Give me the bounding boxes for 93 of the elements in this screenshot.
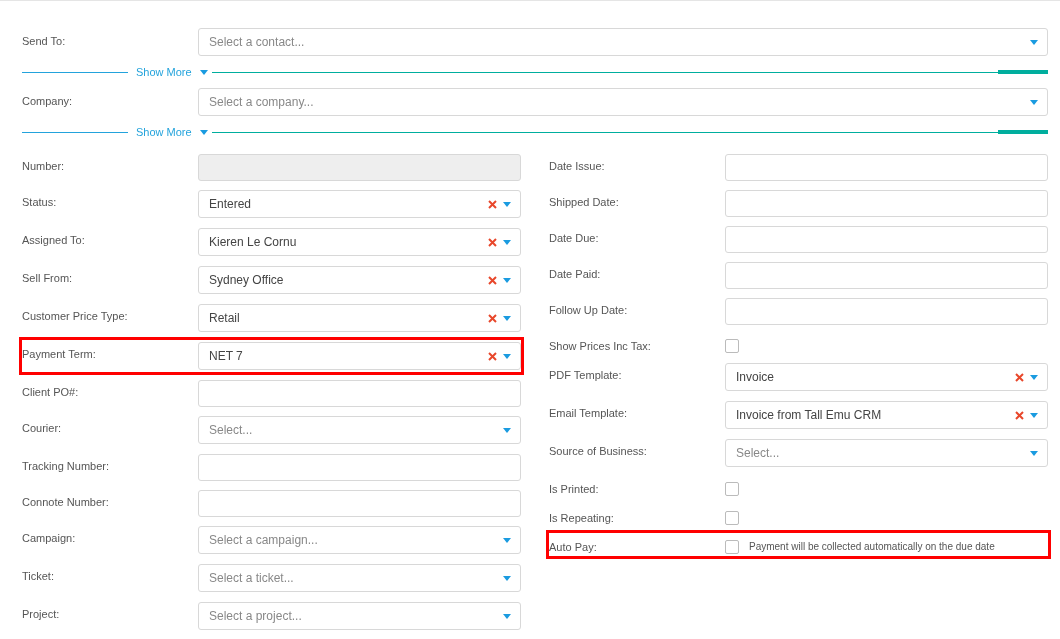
field-label: Source of Business: <box>549 444 648 459</box>
clear-icon[interactable] <box>488 351 497 361</box>
select-field[interactable]: Invoice <box>725 363 1048 391</box>
caret-icon <box>503 613 511 619</box>
select-value: Invoice <box>736 369 776 386</box>
input-field[interactable] <box>725 225 1048 253</box>
checkbox[interactable] <box>725 338 739 353</box>
field-label: Status: <box>22 195 58 210</box>
field-label: Send To: <box>22 34 67 49</box>
select-field[interactable]: Select a company... <box>198 88 1048 116</box>
field-label: Assigned To: <box>22 233 86 248</box>
input-field[interactable] <box>725 297 1048 325</box>
input-field[interactable] <box>198 489 521 517</box>
caret-icon <box>503 315 511 321</box>
input-field[interactable] <box>198 379 521 407</box>
field-label: Date Due: <box>549 231 600 246</box>
select-field[interactable]: Select... <box>725 439 1048 467</box>
caret-icon <box>1030 374 1038 380</box>
select-placeholder: Select a campaign... <box>209 532 319 549</box>
field-label: Auto Pay: <box>549 540 598 555</box>
field-label: Is Printed: <box>549 482 600 497</box>
clear-icon[interactable] <box>1015 372 1024 382</box>
checkbox[interactable] <box>725 510 739 525</box>
checkbox-note: Payment will be collected automatically on the due date <box>749 540 995 554</box>
select-placeholder: Select a company... <box>209 94 315 111</box>
caret-icon <box>503 201 511 207</box>
field-label: Project: <box>22 607 61 622</box>
caret-icon <box>1030 450 1038 456</box>
select-field[interactable]: Kieren Le Cornu <box>198 228 521 256</box>
field-label: Show Prices Inc Tax: <box>549 339 652 354</box>
field-label: Payment Term: <box>22 347 97 362</box>
caret-icon <box>199 129 208 135</box>
field-label: Campaign: <box>22 531 77 546</box>
field-label: Number: <box>22 159 66 174</box>
field-label: Email Template: <box>549 406 629 421</box>
checkbox[interactable] <box>725 539 739 554</box>
show-more-toggle[interactable]: Show More <box>128 123 200 141</box>
select-placeholder: Select... <box>209 422 254 439</box>
caret-icon <box>199 69 208 75</box>
select-placeholder: Select a ticket... <box>209 570 295 587</box>
select-value: Kieren Le Cornu <box>209 234 298 251</box>
caret-icon <box>503 239 511 245</box>
caret-icon <box>503 353 511 359</box>
field-label: Sell From: <box>22 271 74 286</box>
field-label: PDF Template: <box>549 368 623 383</box>
field-label: Shipped Date: <box>549 195 620 210</box>
field-label: Date Paid: <box>549 267 602 282</box>
select-field[interactable]: Select a campaign... <box>198 526 521 554</box>
caret-icon <box>1030 39 1038 45</box>
caret-icon <box>1030 99 1038 105</box>
clear-icon[interactable] <box>488 237 497 247</box>
field-label: Is Repeating: <box>549 511 615 526</box>
select-field[interactable]: Retail <box>198 304 521 332</box>
field-label: Company: <box>22 94 74 109</box>
select-value: Entered <box>209 196 253 213</box>
select-value: Sydney Office <box>209 272 285 289</box>
select-placeholder: Select... <box>736 445 781 462</box>
caret-icon <box>1030 412 1038 418</box>
select-field[interactable]: Sydney Office <box>198 266 521 294</box>
input-field[interactable] <box>725 153 1048 181</box>
select-field[interactable]: Select a ticket... <box>198 564 521 592</box>
select-value: NET 7 <box>209 348 244 365</box>
show-more-toggle[interactable]: Show More <box>128 63 200 81</box>
field-label: Tracking Number: <box>22 459 110 474</box>
input-field[interactable] <box>198 453 521 481</box>
caret-icon <box>503 427 511 433</box>
field-label: Ticket: <box>22 569 55 584</box>
select-field[interactable]: Select... <box>198 416 521 444</box>
field-label: Follow Up Date: <box>549 303 629 318</box>
input-field[interactable] <box>725 189 1048 217</box>
select-placeholder: Select a contact... <box>209 34 306 51</box>
select-field[interactable]: Entered <box>198 190 521 218</box>
clear-icon[interactable] <box>488 275 497 285</box>
select-field[interactable]: NET 7 <box>198 342 521 370</box>
select-field[interactable]: Invoice from Tall Emu CRM <box>725 401 1048 429</box>
select-value: Retail <box>209 310 241 327</box>
field-label: Client PO#: <box>22 385 80 400</box>
caret-icon <box>503 277 511 283</box>
clear-icon[interactable] <box>488 313 497 323</box>
select-field[interactable]: Select a contact... <box>198 28 1048 56</box>
caret-icon <box>503 575 511 581</box>
clear-icon[interactable] <box>488 199 497 209</box>
checkbox[interactable] <box>725 481 739 496</box>
input-field[interactable] <box>725 261 1048 289</box>
clear-icon[interactable] <box>1015 410 1024 420</box>
select-value: Invoice from Tall Emu CRM <box>736 407 883 424</box>
field-label: Courier: <box>22 421 63 436</box>
field-label: Connote Number: <box>22 495 110 510</box>
field-label: Date Issue: <box>549 159 606 174</box>
field-label: Customer Price Type: <box>22 309 129 324</box>
select-field[interactable]: Select a project... <box>198 602 521 630</box>
select-placeholder: Select a project... <box>209 608 303 625</box>
caret-icon <box>503 537 511 543</box>
